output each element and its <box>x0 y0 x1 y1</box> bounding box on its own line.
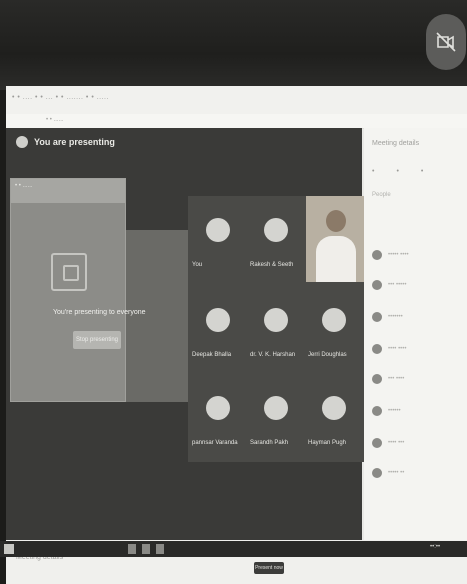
person-name: ••••••• <box>388 314 403 320</box>
list-item[interactable]: •••••• <box>372 404 401 418</box>
video-person-head <box>326 210 346 232</box>
presentation-card: • • ...... You're presenting to everyone… <box>10 178 146 402</box>
participant-tile[interactable]: Rakesh & Seeth <box>248 198 304 280</box>
presenting-title: You are presenting <box>34 137 115 147</box>
person-name: ••• •••• <box>388 376 405 382</box>
avatar <box>322 308 346 332</box>
section-label: People <box>372 188 391 202</box>
avatar <box>372 438 382 448</box>
participant-name: dr. V. K. Harshan <box>250 352 296 358</box>
participant-video[interactable] <box>306 196 366 282</box>
participant-tile[interactable]: Hayman Pugh <box>306 376 362 458</box>
avatar <box>372 468 382 478</box>
tab-activities[interactable]: • <box>421 168 423 175</box>
taskbar: ••:•• <box>0 541 467 557</box>
person-name: ••••• •••• <box>388 252 409 258</box>
present-screen-icon <box>51 253 87 291</box>
avatar <box>372 406 382 416</box>
person-name: ••• ••••• <box>388 282 407 288</box>
list-item[interactable]: ••• ••••• <box>372 278 406 292</box>
participant-tile[interactable]: You <box>190 198 246 280</box>
share-message: You're presenting to everyone <box>53 309 146 316</box>
taskbar-app-icon[interactable] <box>156 544 164 554</box>
list-item[interactable]: ••••• •••• <box>372 248 409 262</box>
participant-name: Sarandh Pakh <box>250 440 289 446</box>
participant-tile[interactable]: pannsar Varanda <box>190 376 246 458</box>
address-bar[interactable]: • • .... • • ... • • ....... • • ..... <box>12 94 109 101</box>
participant-name: Deepak Bhalla <box>192 352 232 358</box>
list-item[interactable]: •••• •••• <box>372 342 406 356</box>
participant-name: Hayman Pugh <box>308 440 347 446</box>
start-icon[interactable] <box>4 544 14 554</box>
camera-off-icon <box>436 32 456 52</box>
avatar <box>206 396 230 420</box>
meeting-stage: You are presenting • • ...... You're pre… <box>6 128 366 540</box>
participant-tile[interactable]: Sarandh Pakh <box>248 376 304 458</box>
participant-tile[interactable]: Deepak Bhalla <box>190 288 246 370</box>
avatar <box>264 308 288 332</box>
person-name: •••• •••• <box>388 346 407 352</box>
person-name: •••• ••• <box>388 440 405 446</box>
taskbar-app-icon[interactable] <box>128 544 136 554</box>
list-item[interactable]: ••••••• <box>372 310 403 324</box>
card-header: • • ...... <box>11 179 125 203</box>
participant-name: Jerri Doughlas <box>308 352 347 358</box>
video-person-body <box>316 236 356 282</box>
stop-presenting-button[interactable]: Stop presenting <box>73 331 121 349</box>
participant-name: pannsar Varanda <box>192 440 238 446</box>
participant-tile[interactable]: dr. V. K. Harshan <box>248 288 304 370</box>
bookmark-item[interactable]: • • ...... <box>46 117 64 123</box>
avatar <box>206 308 230 332</box>
participant-grid: You Rakesh & Seeth Deepak Bhalla dr. V. … <box>188 196 366 462</box>
list-item[interactable]: •••• ••• <box>372 436 404 450</box>
clock: ••:•• <box>430 544 441 550</box>
browser-toolbar: • • .... • • ... • • ....... • • ..... <box>6 86 467 115</box>
top-background <box>0 0 467 90</box>
people-panel: Meeting details • • • People ••••• •••• … <box>364 128 467 540</box>
avatar <box>264 218 288 242</box>
presenting-banner: You are presenting <box>16 136 115 148</box>
participant-name: Rakesh & Seeth <box>250 262 294 268</box>
present-now-button[interactable]: Present now <box>254 562 284 574</box>
avatar-icon <box>16 136 28 148</box>
avatar <box>372 280 382 290</box>
avatar <box>264 396 288 420</box>
tab-people[interactable]: • <box>372 168 374 175</box>
participant-name: You <box>192 262 203 268</box>
panel-title: Meeting details <box>372 140 420 147</box>
panel-tabs: • • • <box>372 168 423 175</box>
avatar <box>372 250 382 260</box>
bookmarks-bar: • • ...... <box>6 114 467 129</box>
list-item[interactable]: ••••• •• <box>372 466 404 480</box>
person-name: ••••• •• <box>388 470 405 476</box>
section-label-text: People <box>372 192 391 198</box>
tab-chat[interactable]: • <box>396 168 398 175</box>
avatar <box>372 312 382 322</box>
avatar <box>322 396 346 420</box>
monitor-screen: • • .... • • ... • • ....... • • ..... •… <box>6 86 467 584</box>
person-name: •••••• <box>388 408 401 414</box>
avatar <box>206 218 230 242</box>
avatar <box>372 344 382 354</box>
taskbar-app-icon[interactable] <box>142 544 150 554</box>
camera-off-button[interactable] <box>426 14 466 70</box>
card-header-text: • • ...... <box>15 183 33 189</box>
participant-tile[interactable]: Jerri Doughlas <box>306 288 362 370</box>
document-preview <box>120 230 192 402</box>
avatar <box>372 374 382 384</box>
list-item[interactable]: ••• •••• <box>372 372 404 386</box>
